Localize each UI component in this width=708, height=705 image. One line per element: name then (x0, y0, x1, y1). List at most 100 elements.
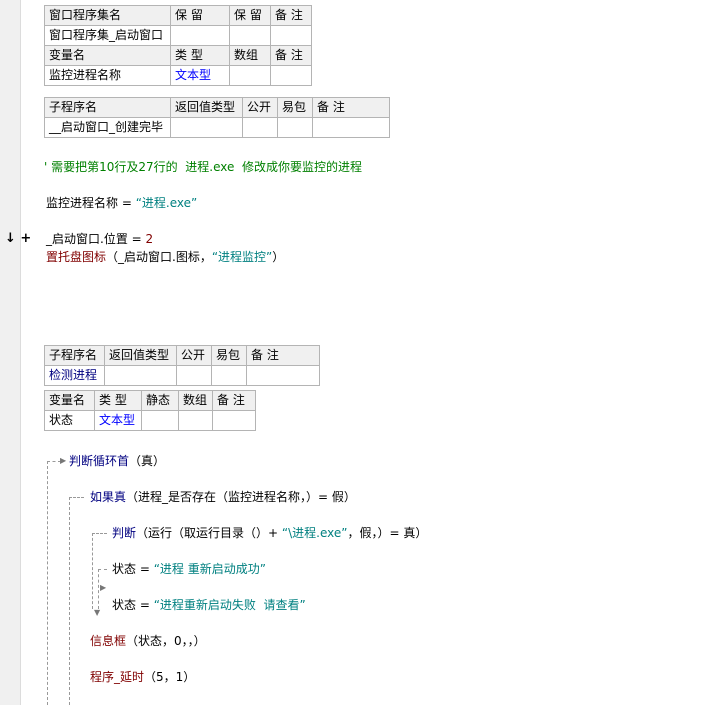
variable-ref: 监控进程名称 (46, 196, 119, 210)
cell[interactable] (270, 25, 312, 46)
cell[interactable] (312, 117, 390, 138)
cell[interactable] (277, 117, 313, 138)
assign-line[interactable]: 监控进程名称 = “进程.exe” (46, 195, 197, 211)
header-cell: 变量名 (44, 390, 95, 411)
msgbox-line[interactable]: 信息框（状态，0，，） (90, 633, 206, 649)
string-literal: “进程 重新启动成功” (153, 562, 266, 576)
function-name: 信息框 (90, 634, 127, 648)
number-literal: 2 (145, 232, 154, 246)
line-gutter (0, 0, 21, 705)
keyword: 判断 (112, 526, 137, 540)
header-cell: 数组 (229, 45, 271, 66)
cell[interactable] (170, 117, 243, 138)
position-line[interactable]: _启动窗口.位置 = 2 (46, 231, 153, 247)
module-table: 窗口程序集名 保 留 保 留 备 注 窗口程序集_启动窗口 变量名 类 型 数组… (44, 5, 312, 86)
flow-connector (69, 497, 70, 705)
tray-icon-line[interactable]: 置托盘图标（_启动窗口.图标，“进程监控”） (46, 249, 284, 265)
header-cell: 易包 (277, 97, 313, 118)
flow-connector (69, 497, 84, 498)
string-literal: “进程监控” (211, 250, 273, 264)
cell[interactable] (270, 65, 312, 86)
flow-connector (98, 569, 99, 609)
string-literal: “进程重新启动失败 请查看” (153, 598, 306, 612)
flow-connector (47, 461, 61, 462)
cell[interactable] (104, 365, 177, 386)
loop-line[interactable]: 判断循环首（真） (69, 453, 165, 469)
flow-arrow-icon: ▶ (60, 456, 67, 465)
subroutine-table: 子程序名 返回值类型 公开 易包 备 注 检测进程 (44, 345, 320, 386)
header-cell: 公开 (176, 345, 212, 366)
header-cell: 类 型 (170, 45, 230, 66)
function-name: 置托盘图标 (46, 250, 107, 264)
header-cell: 返回值类型 (104, 345, 177, 366)
if-line[interactable]: 如果真（进程_是否存在（监控进程名称，）= 假） (90, 489, 356, 505)
flow-connector (98, 569, 107, 570)
operator: = (136, 598, 154, 612)
header-cell: 备 注 (246, 345, 320, 366)
flow-connector (47, 461, 48, 705)
judge-line[interactable]: 判断（运行（取运行目录（）+ “\进程.exe”，假，）= 真） (112, 525, 427, 541)
args: （状态，0，，） (126, 634, 206, 648)
keyword: 判断循环首 (69, 454, 130, 468)
header-cell: 备 注 (212, 390, 256, 411)
header-cell: 窗口程序集名 (44, 5, 171, 26)
header-cell: 子程序名 (44, 97, 171, 118)
header-cell: 变量名 (44, 45, 171, 66)
header-cell: 公开 (242, 97, 278, 118)
delay-line[interactable]: 程序_延时（5，1） (90, 669, 195, 685)
flow-arrow-icon: ▶ (100, 583, 107, 592)
cell[interactable] (242, 117, 278, 138)
header-cell: 易包 (211, 345, 247, 366)
cell[interactable] (229, 65, 271, 86)
cell[interactable] (170, 25, 230, 46)
args: （进程_是否存在（监控进程名称，）= 假） (126, 490, 356, 504)
flow-connector (92, 533, 93, 609)
cell[interactable] (141, 410, 179, 431)
args: （运行（取运行目录（）+ (136, 526, 282, 540)
function-name: 程序_延时 (90, 670, 145, 684)
flow-arrow-down-icon: ▼ (94, 608, 101, 617)
status-fail-line[interactable]: 状态 = “进程重新启动失败 请查看” (112, 597, 306, 613)
operator: = (136, 562, 154, 576)
property-ref: _启动窗口.位置 (46, 232, 128, 246)
variable-name-cell[interactable]: 状态 (44, 410, 95, 431)
flow-connector (92, 533, 107, 534)
args: （真） (129, 454, 166, 468)
cell[interactable] (178, 410, 213, 431)
variable-name-cell[interactable]: 监控进程名称 (44, 65, 171, 86)
header-cell: 保 留 (229, 5, 271, 26)
variable-ref: 状态 (112, 562, 137, 576)
string-literal: “进程.exe” (135, 196, 198, 210)
status-success-line[interactable]: 状态 = “进程 重新启动成功” (112, 561, 266, 577)
variable-ref: 状态 (112, 598, 137, 612)
subroutine-name-cell[interactable]: __启动窗口_创建完毕 (44, 117, 171, 138)
header-cell: 静态 (141, 390, 179, 411)
header-cell: 备 注 (270, 5, 312, 26)
header-cell: 备 注 (270, 45, 312, 66)
header-cell: 数组 (178, 390, 213, 411)
module-name-cell[interactable]: 窗口程序集_启动窗口 (44, 25, 171, 46)
cell[interactable] (229, 25, 271, 46)
subroutine-name-cell[interactable]: 检测进程 (44, 365, 105, 386)
args: （5，1） (144, 670, 196, 684)
variable-type-cell[interactable]: 文本型 (170, 65, 230, 86)
cell[interactable] (211, 365, 247, 386)
header-cell: 保 留 (170, 5, 230, 26)
cell[interactable] (176, 365, 212, 386)
string-literal: “\进程.exe” (281, 526, 348, 540)
header-cell: 返回值类型 (170, 97, 243, 118)
breakpoint-marker[interactable]: ↓ + (5, 231, 31, 246)
cell[interactable] (212, 410, 256, 431)
subroutine-table: 子程序名 返回值类型 公开 易包 备 注 __启动窗口_创建完毕 (44, 97, 390, 138)
operator: = (127, 232, 146, 246)
operator: = (118, 196, 136, 210)
comment-line[interactable]: ' 需要把第10行及27行的 进程.exe 修改成你要监控的进程 (44, 159, 362, 175)
variable-table: 变量名 类 型 静态 数组 备 注 状态 文本型 (44, 390, 256, 431)
cell[interactable] (246, 365, 320, 386)
header-cell: 备 注 (312, 97, 390, 118)
variable-type-cell[interactable]: 文本型 (94, 410, 142, 431)
args: ，假，）= 真） (347, 526, 428, 540)
args-end: ） (272, 250, 285, 264)
keyword: 如果真 (90, 490, 127, 504)
args: （_启动窗口.图标， (106, 250, 212, 264)
